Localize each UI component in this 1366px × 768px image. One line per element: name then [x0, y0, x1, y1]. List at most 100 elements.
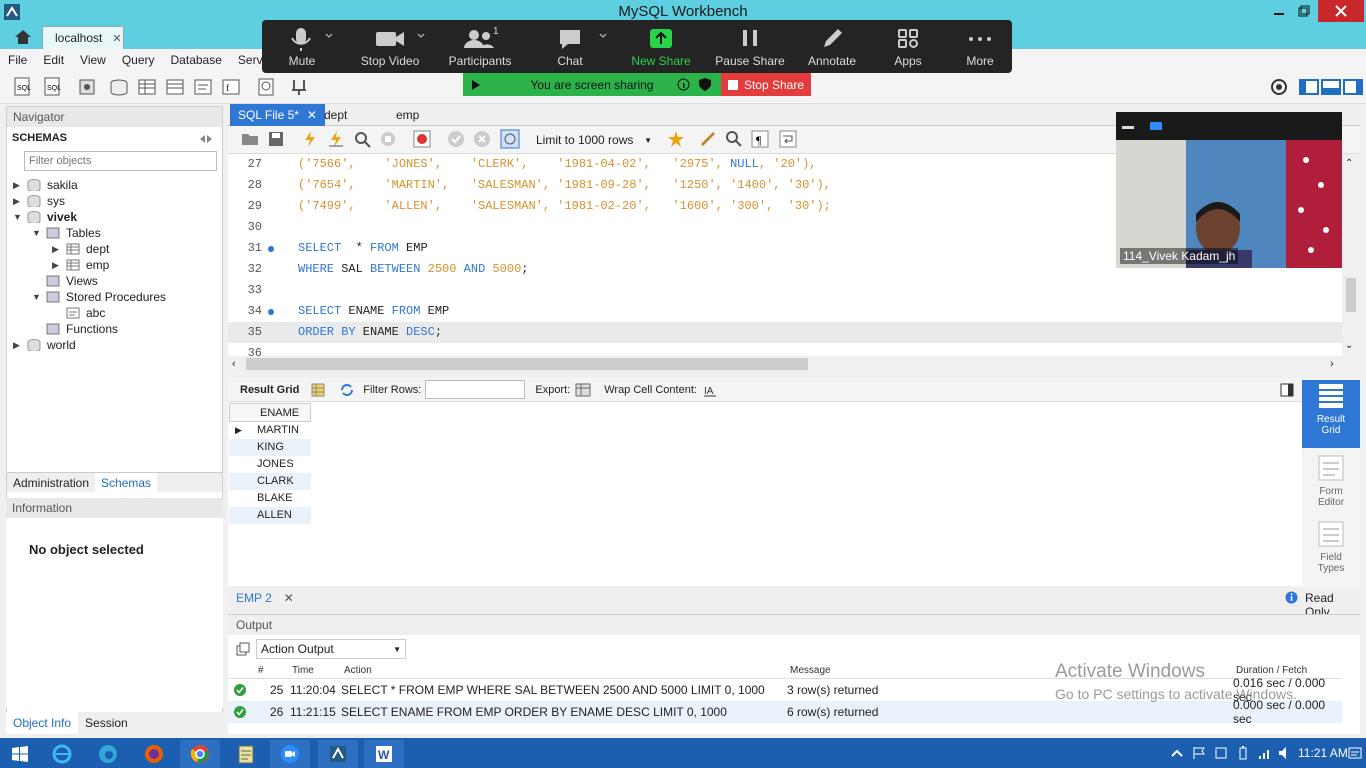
toggle-side-panel-icon[interactable]: [1280, 383, 1294, 397]
expand-arrow-icon[interactable]: ▶: [13, 180, 23, 191]
invisible-chars-icon[interactable]: ¶: [750, 129, 772, 151]
expand-arrow-icon[interactable]: ▶: [52, 244, 62, 255]
annotate-button[interactable]: Annotate: [792, 26, 872, 68]
inspector-icon[interactable]: [76, 76, 98, 98]
autocommit-icon[interactable]: [500, 129, 522, 151]
find-icon[interactable]: [724, 129, 746, 151]
zoom-app-icon[interactable]: [270, 740, 310, 768]
volume-icon[interactable]: [1278, 746, 1292, 760]
create-function-icon[interactable]: f: [220, 76, 242, 98]
editor-horizontal-scrollbar[interactable]: ‹ ›: [228, 356, 1342, 373]
scroll-right-icon[interactable]: ›: [1330, 358, 1334, 370]
menu-file[interactable]: File: [8, 53, 27, 67]
stop-video-button[interactable]: Stop Video: [350, 26, 430, 68]
execute-icon[interactable]: [300, 129, 322, 151]
open-file-icon[interactable]: [240, 129, 262, 151]
reconnect-icon[interactable]: [288, 76, 310, 98]
code-line[interactable]: 34 SELECT ENAME FROM EMP: [228, 301, 1342, 322]
schema-vivek[interactable]: ▼ vivek: [13, 209, 77, 225]
explain-icon[interactable]: [352, 129, 374, 151]
new-sql-tab-icon[interactable]: SQL: [12, 76, 34, 98]
beautify-icon[interactable]: [698, 129, 720, 151]
expand-arrow-icon[interactable]: ▶: [13, 196, 23, 207]
screen-sharing-banner[interactable]: You are screen sharing: [463, 73, 721, 96]
table-row[interactable]: KING: [229, 439, 311, 456]
save-icon[interactable]: [266, 129, 288, 151]
column-header-ename[interactable]: ENAME: [229, 403, 311, 422]
close-button[interactable]: [1318, 0, 1364, 22]
menu-database[interactable]: Database: [171, 53, 222, 67]
form-editor-button[interactable]: Form Editor: [1302, 452, 1360, 514]
close-result-tab-icon[interactable]: ✕: [284, 591, 294, 605]
chrome-icon[interactable]: [180, 740, 220, 768]
limit-rows-select[interactable]: Limit to 1000 rows ▼: [532, 130, 656, 150]
table-row[interactable]: CLARK: [229, 473, 311, 490]
procedure-abc[interactable]: abc: [62, 305, 105, 321]
flag-icon[interactable]: [1192, 746, 1206, 760]
device-icon[interactable]: [1214, 746, 1228, 760]
collapse-arrow-icon[interactable]: ▼: [13, 212, 23, 222]
views-node[interactable]: Views: [42, 273, 98, 289]
table-row[interactable]: ▶ MARTIN: [229, 422, 311, 439]
toggle-output-icon[interactable]: [1320, 76, 1342, 98]
scroll-up-icon[interactable]: ⌃: [1345, 158, 1353, 169]
schema-world[interactable]: ▶ world: [13, 337, 76, 353]
start-button[interactable]: [0, 740, 40, 768]
scroll-thumb[interactable]: [246, 358, 808, 370]
menu-view[interactable]: View: [80, 53, 106, 67]
connection-tab[interactable]: localhost ✕: [42, 26, 124, 49]
menu-edit[interactable]: Edit: [43, 53, 64, 67]
edge-icon[interactable]: [88, 740, 128, 768]
rollback-icon[interactable]: [472, 129, 494, 151]
expand-arrow-icon[interactable]: ▶: [13, 340, 23, 351]
commit-icon[interactable]: [446, 129, 468, 151]
network-icon[interactable]: [1258, 746, 1272, 760]
minimize-video-icon[interactable]: [1122, 124, 1134, 130]
video-view-icon[interactable]: [1150, 122, 1164, 132]
menu-query[interactable]: Query: [122, 53, 155, 67]
zoom-video-window[interactable]: 114_Vivek Kadam_jh: [1116, 112, 1342, 268]
toggle-sidebar-icon[interactable]: [1298, 76, 1320, 98]
home-tab[interactable]: [8, 26, 38, 47]
create-procedure-icon[interactable]: [192, 76, 214, 98]
schema-sys[interactable]: ▶ sys: [13, 193, 65, 209]
create-view-icon[interactable]: [164, 76, 186, 98]
table-row[interactable]: ALLEN: [229, 507, 311, 524]
code-line[interactable]: 33: [228, 280, 1342, 301]
tables-node[interactable]: ▼ Tables: [32, 225, 101, 241]
maximize-button[interactable]: [1293, 0, 1315, 22]
code-line[interactable]: 35 ORDER BY ENAME DESC;: [228, 322, 1342, 343]
collapse-arrow-icon[interactable]: ▼: [32, 292, 42, 302]
new-share-button[interactable]: New Share: [621, 26, 701, 68]
internet-explorer-icon[interactable]: [42, 740, 82, 768]
stop-share-button[interactable]: Stop Share: [721, 73, 811, 96]
create-table-icon[interactable]: [136, 76, 158, 98]
functions-node[interactable]: Functions: [42, 321, 118, 337]
firefox-icon[interactable]: [134, 740, 174, 768]
pause-share-button[interactable]: Pause Share: [710, 26, 790, 68]
preferences-gear-icon[interactable]: [1268, 76, 1290, 98]
filter-rows-input[interactable]: [425, 380, 526, 399]
search-table-data-icon[interactable]: [256, 76, 278, 98]
tab-dept[interactable]: dept: [316, 104, 355, 126]
scroll-left-icon[interactable]: ‹: [232, 358, 236, 370]
tab-administration[interactable]: Administration: [7, 476, 95, 490]
tab-session[interactable]: Session: [78, 716, 135, 730]
notepad-icon[interactable]: [226, 740, 266, 768]
tab-object-info[interactable]: Object Info: [6, 712, 79, 734]
table-row[interactable]: BLAKE: [229, 490, 311, 507]
result-tab-emp2[interactable]: EMP 2: [236, 591, 272, 605]
toggle-error-stop-icon[interactable]: [412, 129, 434, 151]
result-grid-view-button[interactable]: Result Grid: [1302, 380, 1360, 448]
info-icon[interactable]: [677, 78, 690, 91]
word-app-icon[interactable]: W: [364, 740, 404, 768]
editor-vertical-scrollbar[interactable]: ⌃ ⌄: [1342, 154, 1360, 356]
tab-schemas[interactable]: Schemas: [95, 472, 158, 493]
add-snippet-icon[interactable]: [666, 129, 688, 151]
stored-procedures-node[interactable]: ▼ Stored Procedures: [32, 289, 166, 305]
tab-emp[interactable]: emp: [388, 104, 427, 126]
action-center-icon[interactable]: [1348, 746, 1362, 760]
output-row[interactable]: 26 11:21:15 SELECT ENAME FROM EMP ORDER …: [228, 698, 1342, 726]
table-emp[interactable]: ▶ emp: [52, 257, 109, 273]
minimize-button[interactable]: [1268, 0, 1290, 22]
